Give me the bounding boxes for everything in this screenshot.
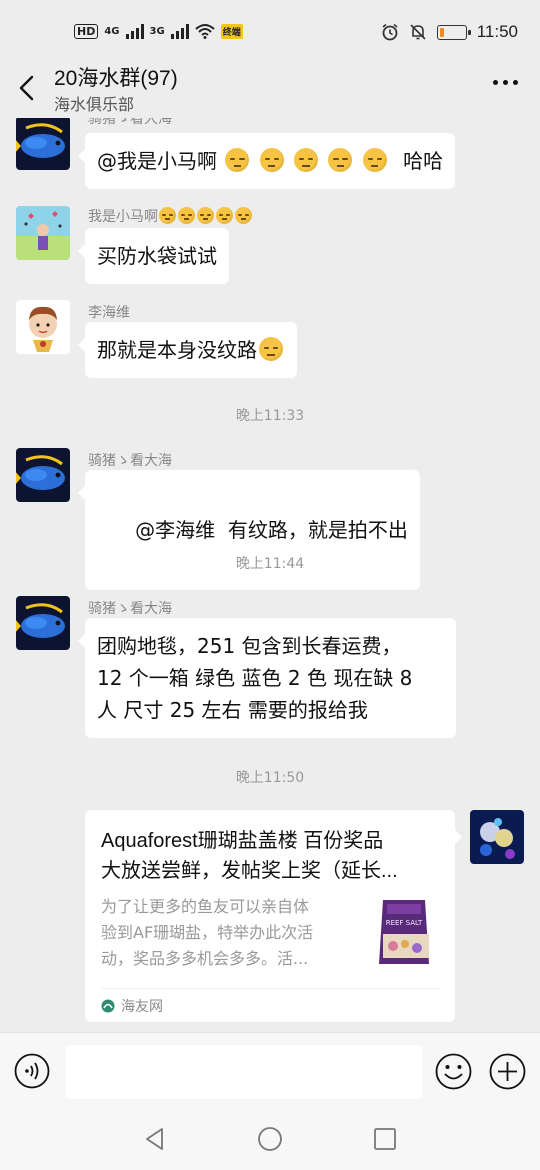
chat-header: 20海水群(97) 海水俱乐部 xyxy=(0,62,540,118)
salt-bag-thumbnail: REEF SALT xyxy=(369,894,439,970)
message-text: 买防水袋试试 xyxy=(97,244,217,268)
signal-icon xyxy=(125,23,144,39)
link-card[interactable]: Aquaforest珊瑚盐盖楼 百份奖品 大放送尝鲜，发帖奖上奖（延长... 为… xyxy=(85,810,462,1022)
message-line: 人 尺寸 25 左右 需要的报给我 xyxy=(97,698,368,722)
network-4g-label: 4G xyxy=(104,25,120,37)
pensive-emoji-icon xyxy=(328,148,353,172)
message-suffix: 哈哈 xyxy=(403,149,444,173)
pensive-emoji-icon xyxy=(197,207,214,224)
status-bar: HD 4G 3G 终端 11:50 xyxy=(0,0,540,62)
sender-name: 李海维 xyxy=(88,305,130,321)
link-desc-line: 动，奖品多多机会多多。活... xyxy=(101,949,309,968)
timestamp: 晚上11:50 xyxy=(235,770,305,786)
back-arrow-icon[interactable] xyxy=(12,72,44,104)
link-card-source: 海友网 xyxy=(101,988,439,1022)
sender-name: 骑猪ゝ看大海 xyxy=(88,601,172,617)
message-line: 团购地毯，251 包含到长春运费， xyxy=(97,634,402,658)
timestamp: 晚上11:33 xyxy=(235,408,305,424)
message-bubble[interactable]: 买防水袋试试 xyxy=(78,228,229,284)
link-card-description: 为了让更多的鱼友可以亲自体 验到AF珊瑚盐，特举办此次活 动，奖品多多机会多多。… xyxy=(101,894,353,972)
source-logo-icon xyxy=(101,999,115,1012)
source-name: 海友网 xyxy=(121,998,163,1015)
link-title-line: Aquaforest珊瑚盐盖楼 百份奖品 xyxy=(101,830,384,852)
pay-badge: 终端 xyxy=(220,23,243,39)
sender-name: 我是小马啊 xyxy=(88,206,253,226)
coral-avatar-icon xyxy=(470,810,524,864)
sender-name: 骑猪ゝ看大海 xyxy=(88,453,172,469)
network-3g-label: 3G xyxy=(149,25,165,37)
pensive-emoji-icon xyxy=(362,148,387,172)
thumb-label: REEF SALT xyxy=(386,919,423,927)
link-title-line: 大放送尝鲜，发帖奖上奖（延长... xyxy=(101,860,398,882)
pensive-emoji-icon xyxy=(294,148,319,172)
chat-history[interactable]: 骑猪ゝ看大海 @我是小马啊 哈哈 我是小马啊 买防水袋试试 李海维 那就是本身没… xyxy=(0,118,540,1032)
fish-avatar-icon xyxy=(16,448,70,502)
link-card-body: 为了让更多的鱼友可以亲自体 验到AF珊瑚盐，特举办此次活 动，奖品多多机会多多。… xyxy=(101,894,439,980)
avatar[interactable] xyxy=(16,118,70,170)
system-back-icon[interactable] xyxy=(142,1126,168,1152)
message-text: 那就是本身没纹路 xyxy=(97,338,257,362)
status-left: HD 4G 3G 终端 xyxy=(74,23,243,39)
pensive-emoji-icon xyxy=(178,207,195,224)
figure-avatar-icon xyxy=(16,206,70,260)
sender-name: 骑猪ゝ看大海 xyxy=(88,118,172,127)
message-line: 12 个一箱 绿色 蓝色 2 色 现在缺 8 xyxy=(97,666,413,690)
add-attachment-icon[interactable] xyxy=(489,1053,526,1090)
message-bubble[interactable]: 那就是本身没纹路 xyxy=(78,322,297,378)
group-title: 20海水群(97) xyxy=(54,67,178,90)
avatar[interactable] xyxy=(16,448,70,502)
message-text: @我是小马啊 xyxy=(97,149,217,173)
hd-badge: HD xyxy=(74,23,99,39)
status-right: 11:50 xyxy=(381,22,518,42)
avatar[interactable] xyxy=(16,596,70,650)
system-home-icon[interactable] xyxy=(257,1126,283,1152)
message-bubble[interactable]: @我是小马啊 哈哈 xyxy=(77,133,456,189)
system-navigation-bar xyxy=(0,1112,540,1170)
clock: 11:50 xyxy=(476,22,518,41)
my-avatar[interactable] xyxy=(470,810,524,864)
wifi-icon xyxy=(195,24,215,39)
voice-input-icon[interactable] xyxy=(14,1053,50,1089)
alarm-icon xyxy=(382,23,398,41)
sender-name-text: 我是小马啊 xyxy=(88,209,158,225)
system-recent-apps-icon[interactable] xyxy=(372,1126,398,1152)
link-card-title: Aquaforest珊瑚盐盖楼 百份奖品 大放送尝鲜，发帖奖上奖（延长... xyxy=(101,826,439,886)
pensive-emoji-icon xyxy=(225,148,250,172)
message-bubble[interactable]: 团购地毯，251 包含到长春运费， 12 个一箱 绿色 蓝色 2 色 现在缺 8… xyxy=(78,618,456,738)
timestamp: 晚上11:44 xyxy=(235,556,305,572)
smiling-emoji-icon xyxy=(259,337,283,361)
pensive-emoji-icon xyxy=(159,207,176,224)
signal-icon-2 xyxy=(170,23,189,39)
cartoon-avatar-icon xyxy=(16,300,70,354)
group-subtitle: 海水俱乐部 xyxy=(54,95,135,114)
fish-avatar-icon xyxy=(16,596,70,650)
battery-icon xyxy=(436,24,471,40)
pensive-emoji-icon xyxy=(259,148,284,172)
avatar[interactable] xyxy=(16,206,70,260)
mute-icon xyxy=(410,24,426,40)
avatar[interactable] xyxy=(16,300,70,354)
message-input[interactable] xyxy=(66,1045,422,1099)
link-desc-line: 验到AF珊瑚盐，特举办此次活 xyxy=(101,923,314,942)
emoji-picker-icon[interactable] xyxy=(435,1053,472,1090)
message-text: @李海维 有纹路，就是拍不出 xyxy=(135,518,408,542)
fish-avatar-icon xyxy=(16,118,70,170)
input-bar xyxy=(0,1032,540,1112)
more-options-icon[interactable] xyxy=(493,80,518,85)
pensive-emoji-icon xyxy=(216,207,233,224)
link-desc-line: 为了让更多的鱼友可以亲自体 xyxy=(101,897,310,916)
pensive-emoji-icon xyxy=(235,207,252,224)
